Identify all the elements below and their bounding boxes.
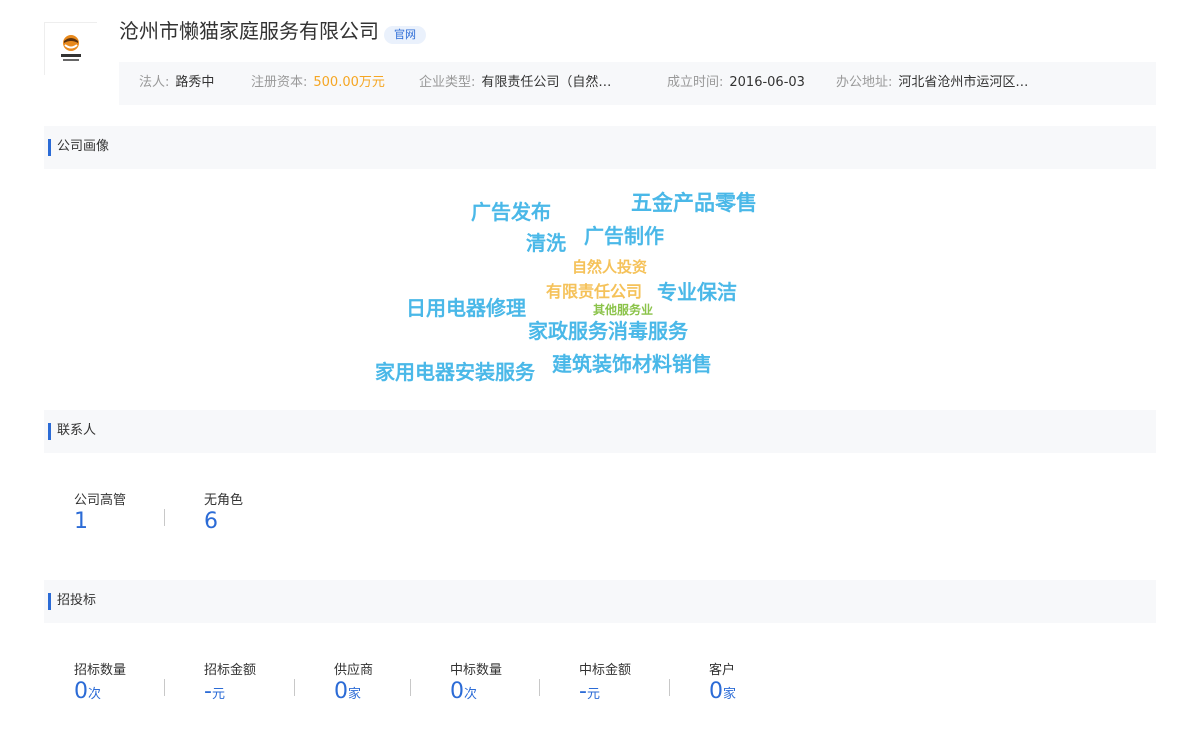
stat-label: 中标金额 (579, 663, 632, 678)
stat-divider (294, 679, 295, 696)
stat-label: 公司高管 (74, 493, 127, 508)
bid-stat-win-amount[interactable]: 中标金额 -元 (579, 663, 631, 705)
legal-person: 法人: 路秀中 (139, 62, 214, 103)
company-type-label: 企业类型: (419, 75, 476, 90)
cloud-word: 清洗 (526, 231, 566, 255)
cloud-word: 其他服务业 (593, 303, 654, 317)
bid-stat-suppliers[interactable]: 供应商 0家 (334, 663, 373, 705)
contact-stat-executives[interactable]: 公司高管 1 (74, 493, 126, 535)
founded-date: 成立时间: 2016-06-03 (667, 62, 805, 103)
section-accent-bar (48, 423, 51, 440)
cloud-word: 广告发布 (471, 200, 551, 224)
cloud-word: 广告制作 (584, 224, 664, 248)
bid-stat-tender-amount[interactable]: 招标金额 -元 (204, 663, 256, 705)
bid-stat-customers[interactable]: 客户 0家 (709, 663, 736, 705)
office-address-value: 河北省沧州市运河区… (898, 75, 1029, 90)
stat-value: 0 (709, 679, 723, 704)
word-cloud: 广告发布 五金产品零售 清洗 广告制作 自然人投资 有限责任公司 专业保洁 日用… (0, 170, 1200, 400)
registered-capital-label: 注册资本: (251, 75, 308, 90)
company-logo (44, 22, 97, 75)
cloud-word: 日用电器修理 (406, 296, 526, 320)
founded-date-label: 成立时间: (667, 75, 724, 90)
stat-unit: 家 (723, 687, 737, 702)
office-address: 办公地址: 河北省沧州市运河区… (836, 62, 1028, 103)
section-title-contacts: 联系人 (57, 423, 97, 438)
section-header-bidding: 招投标 (44, 580, 1156, 623)
stat-label: 中标数量 (450, 663, 503, 678)
stat-unit: 次 (88, 687, 102, 702)
stat-divider (164, 679, 165, 696)
section-header-contacts: 联系人 (44, 410, 1156, 453)
company-type-value: 有限责任公司（自然… (481, 75, 612, 90)
stat-value: 1 (74, 509, 88, 534)
bid-stat-win-count[interactable]: 中标数量 0次 (450, 663, 502, 705)
founded-date-value: 2016-06-03 (729, 75, 805, 90)
stat-value: - (204, 679, 212, 704)
bid-stat-tender-count[interactable]: 招标数量 0次 (74, 663, 126, 705)
stat-value: 0 (334, 679, 348, 704)
stat-value: 0 (450, 679, 464, 704)
stat-value: 6 (204, 509, 218, 534)
legal-person-label: 法人: (139, 75, 170, 90)
stat-value: 0 (74, 679, 88, 704)
section-accent-bar (48, 139, 51, 156)
stat-divider (164, 509, 165, 526)
stat-unit: 元 (211, 687, 225, 702)
section-title-portrait: 公司画像 (57, 139, 110, 154)
section-header-portrait: 公司画像 (44, 126, 1156, 169)
registered-capital: 注册资本: 500.00万元 (251, 62, 385, 103)
cloud-word: 专业保洁 (657, 280, 737, 304)
cloud-word: 建筑装饰材料销售 (552, 352, 712, 376)
stat-label: 招标数量 (74, 663, 127, 678)
stat-label: 客户 (709, 663, 736, 678)
legal-person-value[interactable]: 路秀中 (175, 75, 214, 90)
stat-label: 招标金额 (204, 663, 257, 678)
stat-unit: 元 (586, 687, 600, 702)
section-title-bidding: 招投标 (57, 593, 97, 608)
registered-capital-value: 500.00万元 (313, 75, 385, 90)
stat-label: 无角色 (204, 493, 244, 508)
stat-label: 供应商 (334, 663, 374, 678)
company-name: 沧州市懒猫家庭服务有限公司 (119, 19, 379, 43)
stat-divider (539, 679, 540, 696)
cloud-word: 家用电器安装服务 (375, 360, 535, 384)
cloud-word: 五金产品零售 (631, 191, 757, 215)
cloud-word: 家政服务消毒服务 (528, 319, 688, 343)
company-info-bar: 法人: 路秀中 注册资本: 500.00万元 企业类型: 有限责任公司（自然… 成立时… (119, 62, 1156, 105)
stat-divider (669, 679, 670, 696)
stat-value: - (579, 679, 587, 704)
office-address-label: 办公地址: (836, 75, 893, 90)
cloud-word: 有限责任公司 (546, 282, 643, 301)
contact-stat-no-role[interactable]: 无角色 6 (204, 493, 243, 535)
section-accent-bar (48, 593, 51, 610)
official-site-badge[interactable]: 官网 (384, 26, 426, 44)
cloud-word: 自然人投资 (572, 258, 648, 276)
stat-unit: 次 (464, 687, 478, 702)
stat-unit: 家 (348, 687, 362, 702)
lazy-cat-logo-icon (61, 35, 81, 61)
company-type: 企业类型: 有限责任公司（自然… (419, 62, 611, 103)
stat-divider (410, 679, 411, 696)
